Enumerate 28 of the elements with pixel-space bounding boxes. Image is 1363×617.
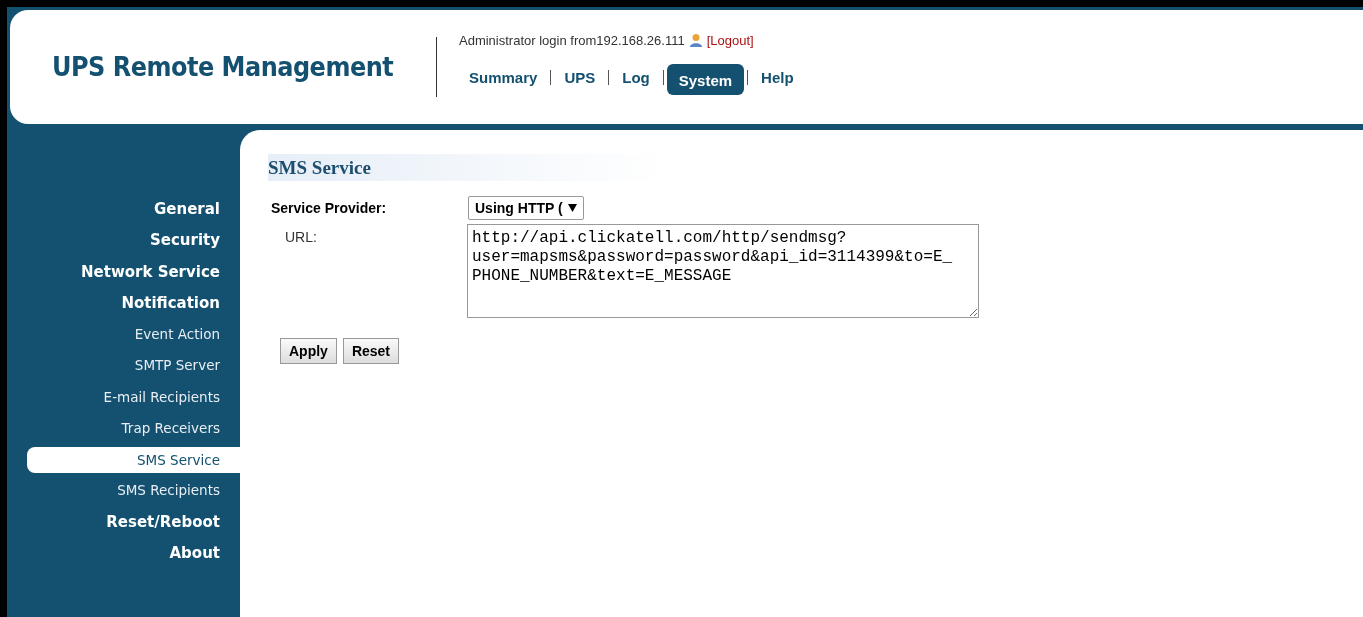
field-label: Service Provider: xyxy=(270,200,388,216)
url-field[interactable]: http://api.clickatell.com/http/sendmsg?user=mapsms&password=password&api_id=3114399&to=E_PHONE_NUMBER&text=E_MESSAGE xyxy=(467,224,979,318)
form-button[interactable]: Reset xyxy=(342,338,400,364)
caret-icon xyxy=(567,204,577,212)
sidebar-item[interactable]: SMTP Server xyxy=(27,350,240,382)
provider-dropdown[interactable]: Using HTTP ( xyxy=(468,196,584,220)
logout-link[interactable]: [Logout] xyxy=(706,33,754,48)
sidebar-item[interactable]: General xyxy=(27,194,240,226)
sidebar-item[interactable]: Security xyxy=(27,225,240,257)
sidebar-item[interactable]: E-mail Recipients xyxy=(27,381,240,414)
form-button[interactable]: Apply xyxy=(280,338,337,364)
sidebar-item[interactable]: Network Service xyxy=(27,256,240,288)
nav-tab[interactable]: UPS xyxy=(554,64,606,91)
app-title: UPS Remote Management xyxy=(52,51,395,83)
sidebar-item[interactable]: About xyxy=(27,537,240,570)
field-label: URL: xyxy=(284,228,318,247)
sidebar-item[interactable]: Event Action xyxy=(27,319,240,351)
nav-tab[interactable]: Summary xyxy=(459,64,548,91)
sidebar-item[interactable]: Notification xyxy=(27,287,240,320)
login-text: Administrator login from192.168.26.111 xyxy=(459,33,685,48)
nav-tab[interactable]: System xyxy=(666,64,745,95)
sidebar-item[interactable]: Trap Receivers xyxy=(27,413,240,445)
nav-tab[interactable]: Log xyxy=(612,64,660,91)
sidebar-item[interactable]: Reset/Reboot xyxy=(27,506,240,538)
user-icon xyxy=(688,33,703,48)
sidebar-item[interactable]: SMS Service xyxy=(27,447,240,474)
nav-tab[interactable]: Help xyxy=(751,64,804,91)
sidebar-item[interactable]: SMS Recipients xyxy=(27,475,240,507)
